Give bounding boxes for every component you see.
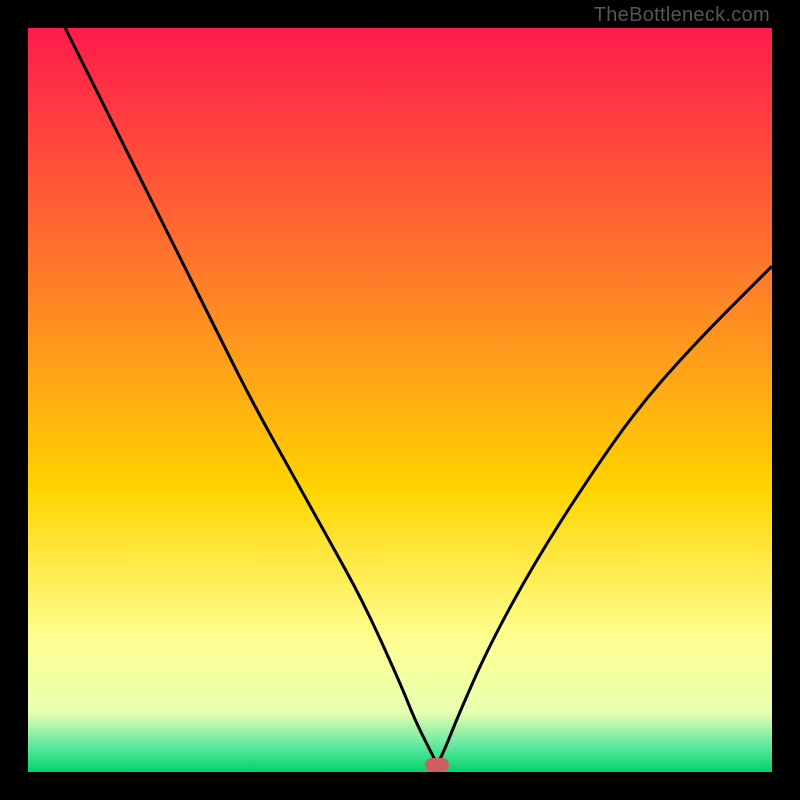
bottleneck-chart: TheBottleneck.com xyxy=(0,0,800,800)
plot-area xyxy=(28,28,772,772)
minimum-marker xyxy=(425,758,449,772)
bottleneck-curve xyxy=(28,28,772,772)
watermark-text: TheBottleneck.com xyxy=(594,4,770,27)
